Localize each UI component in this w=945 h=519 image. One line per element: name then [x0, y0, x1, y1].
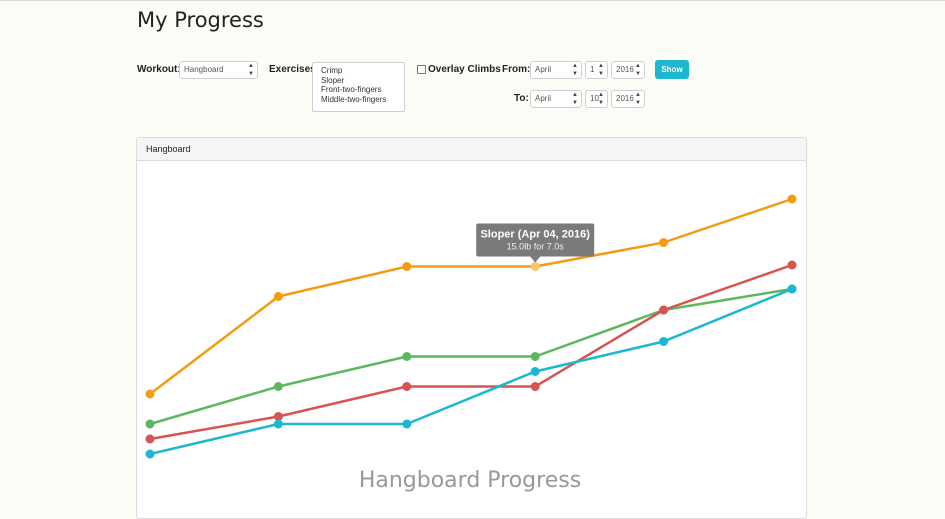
data-point-s3-p4[interactable]	[659, 337, 669, 346]
data-point-s1-p1[interactable]	[273, 382, 283, 391]
tooltip: Sloper (Apr 04, 2016)15.0lb for 7.0s	[476, 223, 595, 263]
tooltip-title: Sloper (Apr 04, 2016)	[480, 229, 590, 241]
series-line-0	[149, 197, 793, 395]
progress-chart: Hangboard Progress Sloper (Apr 04, 2016)1…	[145, 194, 797, 493]
data-point-s0-p3[interactable]	[530, 262, 540, 271]
data-point-s2-p2[interactable]	[402, 382, 412, 391]
series-line-3	[149, 287, 793, 456]
data-point-s0-p5[interactable]	[787, 194, 797, 204]
data-point-s3-p0[interactable]	[145, 449, 155, 459]
series-line-1	[149, 287, 793, 426]
tooltip-detail: 15.0lb for 7.0s	[507, 242, 565, 252]
data-point-s1-p0[interactable]	[145, 419, 155, 429]
data-point-s2-p4[interactable]	[659, 305, 669, 315]
data-point-s3-p2[interactable]	[402, 419, 412, 429]
data-point-s2-p3[interactable]	[530, 382, 540, 391]
data-point-s0-p2[interactable]	[402, 262, 412, 271]
data-point-s0-p1[interactable]	[273, 292, 283, 301]
data-point-s1-p2[interactable]	[402, 352, 412, 361]
data-point-s2-p0[interactable]	[145, 434, 155, 444]
data-point-s1-p3[interactable]	[530, 352, 540, 361]
data-point-s0-p0[interactable]	[145, 389, 155, 399]
data-point-s3-p5[interactable]	[787, 284, 797, 294]
data-point-s0-p4[interactable]	[659, 238, 669, 247]
data-point-s2-p5[interactable]	[787, 260, 797, 270]
data-point-s3-p1[interactable]	[273, 419, 283, 429]
chart-title: Hangboard Progress	[359, 468, 581, 493]
data-point-s3-p3[interactable]	[530, 367, 540, 376]
series-line-2	[149, 263, 793, 441]
